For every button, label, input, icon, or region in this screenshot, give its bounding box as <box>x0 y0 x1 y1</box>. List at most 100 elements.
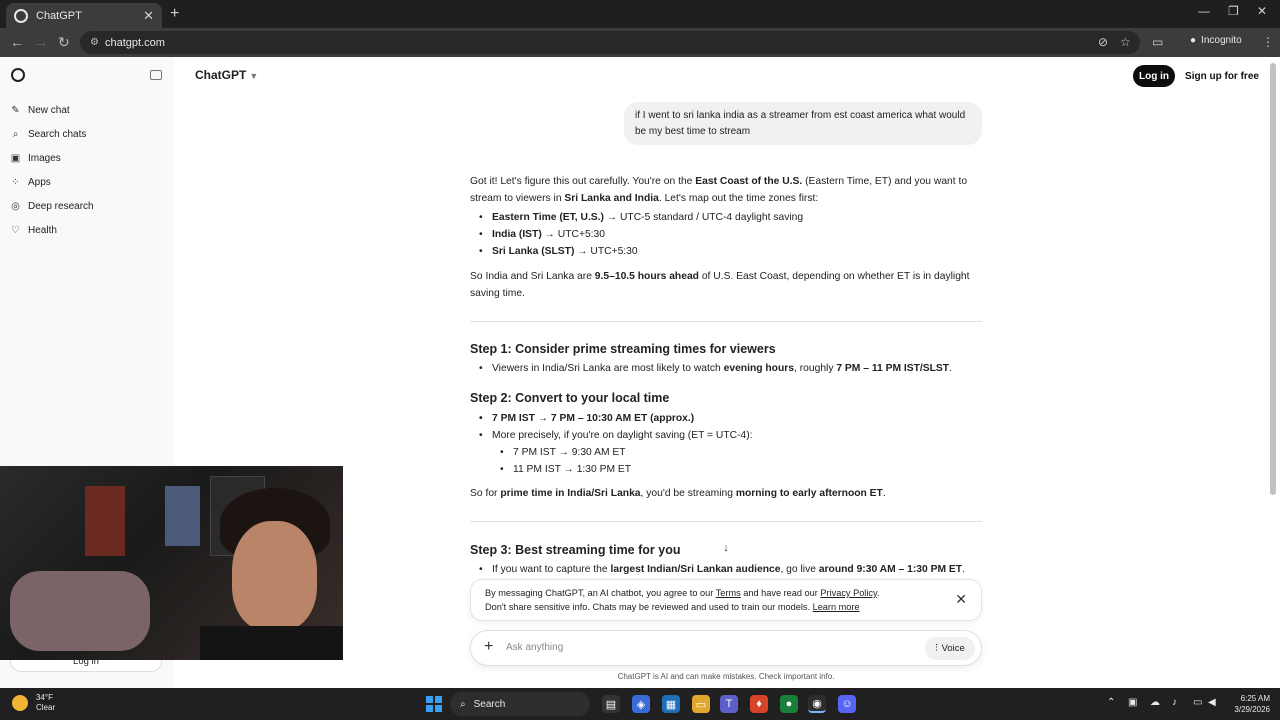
incognito-indicator[interactable]: ● Incognito <box>1190 35 1242 46</box>
chevron-down-icon: ▼ <box>249 71 259 81</box>
response-paragraph: So for prime time in India/Sri Lanka, yo… <box>470 488 886 499</box>
browser-tab[interactable]: ChatGPT ✕ <box>6 3 162 28</box>
login-button[interactable]: Log in <box>1133 65 1175 87</box>
address-bar[interactable]: ⚙ chatgpt.com <box>80 31 1140 54</box>
back-arrow-icon[interactable]: ← <box>10 34 24 50</box>
windows-start-icon[interactable] <box>426 696 442 712</box>
streamer-shirt <box>200 626 343 660</box>
sidebar-item-apps[interactable]: ⁘ Apps <box>10 172 51 192</box>
task-view-icon[interactable]: ▤ <box>602 695 620 713</box>
page-scrollbar[interactable] <box>1270 63 1276 495</box>
consent-banner: By messaging ChatGPT, an AI chatbot, you… <box>470 579 982 621</box>
list-item: 11 PM IST → 1:30 PM ET <box>500 464 631 475</box>
file-explorer-icon[interactable]: ▭ <box>692 695 710 713</box>
step-heading: Step 3: Best streaming time for you <box>470 543 681 557</box>
new-tab-button[interactable]: + <box>170 5 179 23</box>
teams-icon[interactable]: T <box>720 695 738 713</box>
step-heading: Step 1: Consider prime streaming times f… <box>470 342 776 356</box>
taskbar-search[interactable]: ⌕ Search <box>450 692 590 716</box>
side-panel-icon[interactable]: ▭ <box>1152 35 1163 49</box>
voice-label: Voice <box>941 643 965 654</box>
tray-app-icon[interactable]: ▣ <box>1128 697 1137 708</box>
eye-off-icon[interactable]: ⊘ <box>1098 35 1108 49</box>
sidebar-item-health[interactable]: ♡ Health <box>10 220 57 240</box>
close-window-button[interactable]: ✕ <box>1257 4 1267 18</box>
windows-taskbar: 34°F Clear ⌕ Search ▤ ◈ ▦ ▭ T ♦ ● ◉ ☺ ⌃ … <box>0 688 1280 720</box>
arrow-down-icon: ↓ <box>723 542 729 554</box>
taskbar-search-label: Search <box>473 698 506 710</box>
chatgpt-favicon-icon <box>14 8 28 23</box>
brave-icon[interactable]: ♦ <box>750 695 768 713</box>
browser-toolbar: ← → ↻ ⚙ chatgpt.com ⊘ ☆ ▭ ● Incognito ⋮ <box>0 28 1280 57</box>
user-message: if I went to sri lanka india as a stream… <box>624 102 982 145</box>
cloud-icon[interactable]: ☁ <box>1150 697 1160 708</box>
sidebar-item-label: Search chats <box>28 128 87 140</box>
plus-icon[interactable]: + <box>484 638 493 656</box>
browser-menu-icon[interactable]: ⋮ <box>1262 35 1274 49</box>
openai-logo-icon[interactable] <box>11 68 25 82</box>
waveform-icon: ⫶ <box>935 643 938 654</box>
consent-line-2: Don't share sensitive info. Chats may be… <box>485 602 860 612</box>
clock-date: 3/29/2026 <box>1234 705 1270 714</box>
weather-widget[interactable]: 34°F Clear <box>12 693 55 713</box>
deep-research-icon: ◎ <box>11 200 20 212</box>
list-item: 7 PM IST → 7 PM – 10:30 AM ET (approx.) <box>479 413 694 424</box>
disclaimer-text: ChatGPT is AI and can make mistakes. Che… <box>617 672 835 681</box>
network-icon[interactable]: ▭ <box>1193 697 1202 708</box>
voice-button[interactable]: ⫶ Voice <box>925 637 975 660</box>
temperature: 34°F <box>36 693 53 702</box>
url-text: chatgpt.com <box>104 36 165 49</box>
response-paragraph: So India and Sri Lanka are 9.5–10.5 hour… <box>470 271 970 299</box>
sidebar-item-images[interactable]: ▣ Images <box>10 148 61 168</box>
spotify-icon[interactable]: ● <box>780 695 798 713</box>
reload-icon[interactable]: ↻ <box>58 34 70 51</box>
terms-link[interactable]: Terms <box>716 588 741 598</box>
webcam-overlay <box>0 466 343 660</box>
system-clock[interactable]: 6:25 AM 3/29/2026 <box>1222 693 1270 715</box>
streamer-face <box>232 521 317 631</box>
page-title: ChatGPT <box>195 68 247 82</box>
clock-time: 6:25 AM <box>1240 694 1270 703</box>
sidebar-item-label: New chat <box>28 104 70 116</box>
wall-poster <box>165 486 200 546</box>
site-info-icon[interactable]: ⚙ <box>90 37 99 48</box>
chevron-up-icon[interactable]: ⌃ <box>1107 697 1115 708</box>
sidebar-item-label: Images <box>28 152 61 164</box>
chrome-icon[interactable]: ◉ <box>808 695 826 713</box>
model-selector[interactable]: ChatGPT ▼ <box>195 68 258 82</box>
new-chat-icon: ✎ <box>11 104 20 116</box>
apps-icon: ⁘ <box>11 176 20 188</box>
tab-close-icon[interactable]: ✕ <box>143 8 154 24</box>
composer-input[interactable]: Ask anything <box>506 642 563 653</box>
sidebar-item-label: Health <box>28 224 57 236</box>
tab-title: ChatGPT <box>36 9 82 22</box>
wall-poster <box>85 486 125 556</box>
scroll-to-bottom-button[interactable]: ↓ <box>718 540 734 556</box>
sidebar-item-deep-research[interactable]: ◎ Deep research <box>10 196 93 216</box>
browser-tab-strip: ChatGPT ✕ + — ❐ ✕ <box>0 0 1280 28</box>
copilot-icon[interactable]: ◈ <box>632 695 650 713</box>
discord-icon[interactable]: ☺ <box>838 695 856 713</box>
sidebar-toggle-icon[interactable] <box>150 70 162 80</box>
minimize-button[interactable]: — <box>1198 4 1210 18</box>
list-item: Viewers in India/Sri Lanka are most like… <box>479 363 952 374</box>
consent-line-1: By messaging ChatGPT, an AI chatbot, you… <box>485 588 880 598</box>
microphone-icon[interactable]: ♪ <box>1172 697 1177 708</box>
incognito-label: Incognito <box>1201 35 1242 46</box>
heart-icon: ♡ <box>11 224 20 236</box>
message-composer[interactable]: + Ask anything ⫶ Voice <box>470 630 982 666</box>
forward-arrow-icon[interactable]: → <box>34 34 48 50</box>
incognito-icon: ● <box>1190 35 1197 46</box>
bookmark-star-icon[interactable]: ☆ <box>1120 35 1131 49</box>
volume-icon[interactable]: ◀ <box>1208 697 1216 708</box>
list-item: 7 PM IST → 9:30 AM ET <box>500 447 625 458</box>
sidebar-item-search-chats[interactable]: ⌕ Search chats <box>10 124 87 144</box>
privacy-policy-link[interactable]: Privacy Policy <box>820 588 877 598</box>
signup-button[interactable]: Sign up for free <box>1182 65 1262 87</box>
sidebar-item-new-chat[interactable]: ✎ New chat <box>10 100 70 120</box>
store-icon[interactable]: ▦ <box>662 695 680 713</box>
maximize-button[interactable]: ❐ <box>1228 4 1239 18</box>
learn-more-link[interactable]: Learn more <box>813 602 860 612</box>
sidebar-item-label: Apps <box>28 176 51 188</box>
close-icon[interactable]: ✕ <box>955 592 967 606</box>
